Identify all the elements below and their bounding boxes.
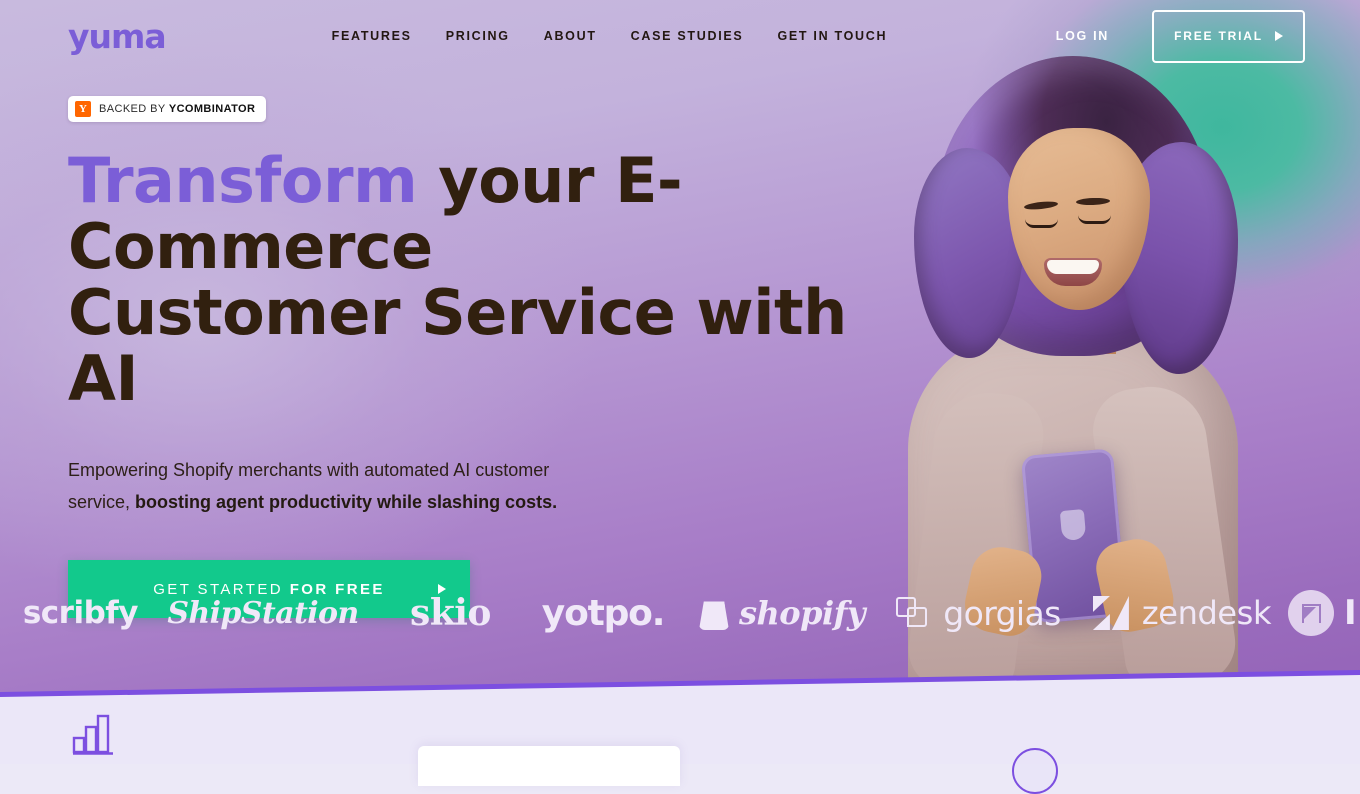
headline-line2: Customer Service with AI <box>68 276 847 415</box>
free-trial-button[interactable]: FREE TRIAL <box>1152 9 1305 63</box>
badge-brand: YCOMBINATOR <box>168 103 256 115</box>
photo-teeth <box>1047 260 1099 274</box>
logo-zendesk: zendesk <box>1076 594 1288 632</box>
nav-links: FEATURES PRICING ABOUT CASE STUDIES GET … <box>315 29 905 43</box>
subheading-bold: boosting agent productivity while slashi… <box>135 492 558 512</box>
logo-next-partial: I <box>1288 590 1360 636</box>
nav-item-pricing[interactable]: PRICING <box>429 29 527 43</box>
ycombinator-badge: Y BACKED BY YCOMBINATOR <box>68 96 267 122</box>
hero-subheading: Empowering Shopify merchants with automa… <box>68 454 568 518</box>
brand-logo[interactable]: yuma <box>68 20 167 53</box>
hero-content: Y BACKED BY YCOMBINATOR Transform your E… <box>68 96 888 618</box>
logo-shopify: shopify <box>683 594 881 632</box>
photo-eye-left <box>1025 219 1058 228</box>
partner-logo-marquee: scribfy ShipStation skio yotpo. shopify … <box>0 582 1360 644</box>
logo-shipstation: ShipStation <box>167 595 359 631</box>
logo-gorgias-text: gorgias <box>943 593 1061 633</box>
ycombinator-icon: Y <box>75 101 91 117</box>
nav-item-get-in-touch[interactable]: GET IN TOUCH <box>760 29 904 43</box>
logo-shopify-text: shopify <box>738 594 866 632</box>
logo-next-partial-text: I <box>1344 593 1357 633</box>
page-title: Transform your E-Commerce Customer Servi… <box>68 148 858 412</box>
free-trial-label: FREE TRIAL <box>1174 29 1263 43</box>
nav-item-case-studies[interactable]: CASE STUDIES <box>614 29 761 43</box>
login-link[interactable]: LOG IN <box>1056 29 1109 43</box>
main-navbar: yuma FEATURES PRICING ABOUT CASE STUDIES… <box>0 0 1360 72</box>
ycombinator-badge-text: BACKED BY YCOMBINATOR <box>99 103 255 115</box>
partner-circle-icon <box>1288 590 1334 636</box>
gorgias-chat-icon <box>896 597 930 629</box>
logo-skio: skio <box>410 592 491 634</box>
zendesk-icon <box>1092 596 1129 630</box>
photo-smile <box>1044 258 1102 286</box>
bar-chart-icon <box>72 712 114 756</box>
photo-eye-right <box>1078 215 1111 224</box>
badge-prefix: BACKED BY <box>99 103 169 115</box>
logo-scribfy: scribfy <box>22 595 139 631</box>
nav-item-about[interactable]: ABOUT <box>527 29 614 43</box>
feature-card <box>418 746 680 786</box>
logo-zendesk-text: zendesk <box>1141 594 1272 632</box>
logo-gorgias: gorgias <box>881 594 1076 633</box>
nav-actions: LOG IN FREE TRIAL <box>1056 9 1360 63</box>
nav-item-features[interactable]: FEATURES <box>315 29 429 43</box>
shopify-bag-icon <box>698 601 729 630</box>
arrow-right-icon <box>1274 31 1283 41</box>
decorative-circle <box>1012 748 1058 794</box>
headline-accent: Transform <box>68 144 418 217</box>
logo-yotpo: yotpo. <box>541 592 666 634</box>
